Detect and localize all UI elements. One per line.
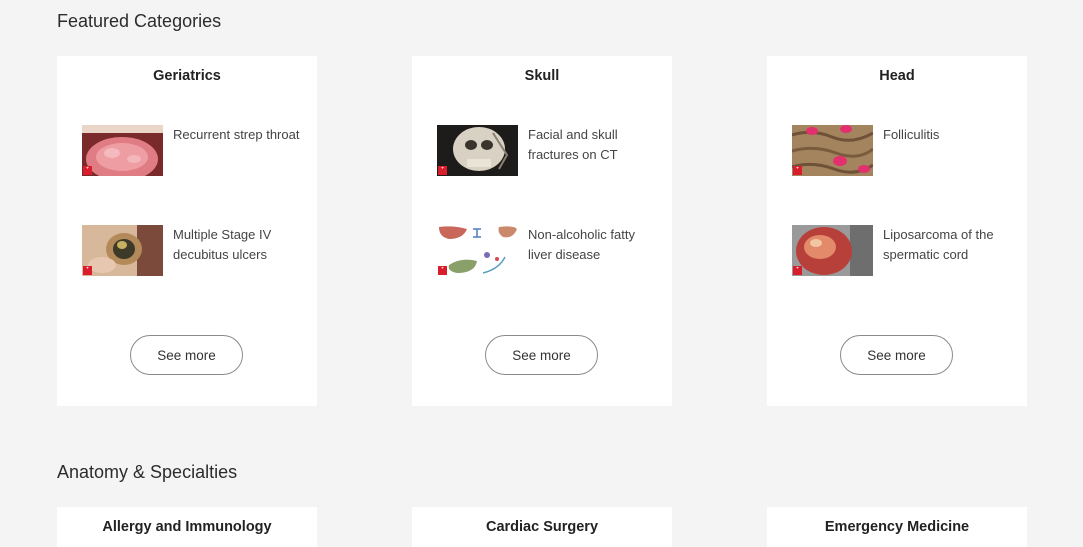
list-item-decubitus-ulcers[interactable]: ⁺ Multiple Stage IV decubitus ulcers [82, 225, 302, 277]
ulcer-thumbnail: ⁺ [82, 225, 163, 276]
item-label: Folliculitis [883, 127, 940, 142]
specialty-card-emergency-medicine: Emergency Medicine [767, 507, 1027, 547]
item-label: Multiple Stage IV decubitus ulcers [173, 227, 272, 262]
list-item-liposarcoma[interactable]: ⁺ Liposarcoma of the spermatic cord [792, 225, 1012, 277]
list-item-folliculitis[interactable]: ⁺ Folliculitis [792, 125, 1012, 177]
anatomy-specialties-heading: Anatomy & Specialties [57, 462, 238, 482]
tumor-thumbnail: ⁺ [792, 225, 873, 276]
see-more-button[interactable]: See more [840, 335, 953, 375]
skull-ct-thumbnail: ⁺ [437, 125, 518, 176]
media-badge-icon: ⁺ [83, 266, 92, 275]
list-item-fatty-liver-disease[interactable]: ⁺ Non-alcoholic fatty liver disease [437, 225, 657, 277]
page: Featured Categories Geriatrics ⁺ Recurre… [0, 0, 1083, 547]
list-item-facial-skull-fractures[interactable]: ⁺ Facial and skull fractures on CT [437, 125, 657, 177]
item-label: Non-alcoholic fatty liver disease [528, 227, 635, 262]
card-title: Emergency Medicine [824, 519, 970, 535]
media-badge-icon: ⁺ [438, 266, 447, 275]
card-title: Skull [524, 68, 560, 84]
list-item-recurrent-strep-throat[interactable]: ⁺ Recurrent strep throat [82, 125, 302, 177]
card-title: Geriatrics [153, 68, 221, 84]
item-label: Recurrent strep throat [173, 127, 300, 142]
specialty-card-cardiac-surgery: Cardiac Surgery [412, 507, 672, 547]
item-label: Liposarcoma of the spermatic cord [883, 227, 994, 262]
specialty-card-allergy-immunology: Allergy and Immunology [57, 507, 317, 547]
category-card-skull: Skull ⁺ Facial and skull fractures on CT [412, 56, 672, 406]
featured-categories-heading: Featured Categories [57, 11, 222, 31]
category-card-head: Head ⁺ Folliculitis ⁺ Liposarcoma of the… [767, 56, 1027, 406]
card-title: Allergy and Immunology [102, 519, 272, 535]
media-badge-icon: ⁺ [438, 166, 447, 175]
media-badge-icon: ⁺ [793, 266, 802, 275]
see-more-button[interactable]: See more [485, 335, 598, 375]
category-card-geriatrics: Geriatrics ⁺ Recurrent strep throat ⁺ Mu… [57, 56, 317, 406]
media-badge-icon: ⁺ [793, 166, 802, 175]
card-title: Cardiac Surgery [485, 519, 599, 535]
media-badge-icon: ⁺ [83, 166, 92, 175]
see-more-button[interactable]: See more [130, 335, 243, 375]
tongue-thumbnail: ⁺ [82, 125, 163, 176]
liver-diagram-thumbnail: ⁺ [437, 225, 518, 276]
item-label: Facial and skull fractures on CT [528, 127, 618, 162]
scalp-thumbnail: ⁺ [792, 125, 873, 176]
card-title: Head [879, 68, 915, 84]
